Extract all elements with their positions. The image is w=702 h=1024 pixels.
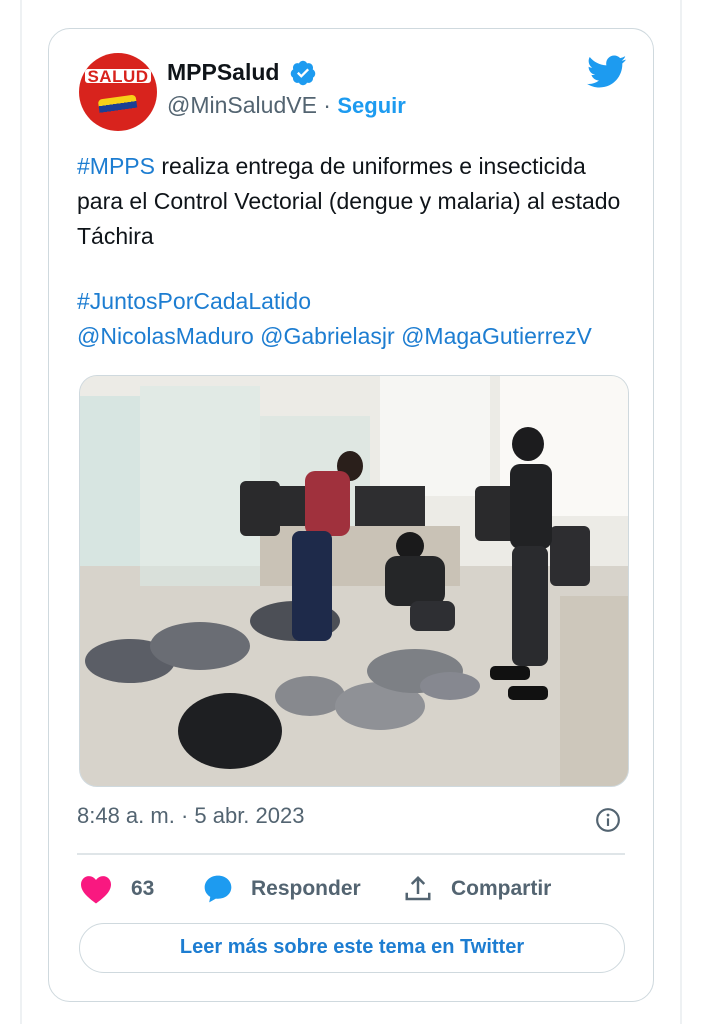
share-action[interactable]: Compartir [403, 871, 551, 907]
reply-action[interactable]: Responder [201, 871, 361, 907]
author-handle-line: @MinSaludVE · Seguir [167, 92, 406, 119]
twitter-bird-icon[interactable] [587, 55, 627, 89]
heart-icon [81, 876, 111, 904]
tweet-paragraph-3: @NicolasMaduro @Gabrielasjr @MagaGutierr… [77, 319, 637, 354]
follow-button[interactable]: Seguir [337, 93, 405, 118]
hashtag-link[interactable]: #MPPS [77, 153, 155, 179]
tweet-photo[interactable] [79, 375, 629, 787]
avatar[interactable]: SALUD [79, 53, 157, 131]
reply-label: Responder [251, 877, 361, 900]
share-icon [405, 875, 431, 901]
divider [77, 853, 625, 855]
hashtag-link-2[interactable]: #JuntosPorCadaLatido [77, 288, 311, 314]
like-action[interactable]: 63 [79, 871, 154, 907]
read-more-button[interactable]: Leer más sobre este tema en Twitter [79, 923, 625, 973]
mentions-links[interactable]: @NicolasMaduro @Gabrielasjr @MagaGutierr… [77, 323, 592, 349]
embedded-tweet-card[interactable]: SALUD MPPSalud @MinSaludVE · Seguir #MPP… [48, 28, 654, 1002]
page-edge-left [20, 0, 22, 1024]
handle-separator: · [316, 92, 338, 118]
verified-badge-icon [290, 60, 316, 86]
avatar-logo-text: SALUD [87, 67, 149, 86]
info-icon[interactable] [595, 807, 621, 833]
tweet-sentence: realiza entrega de uniformes e insectici… [77, 153, 621, 249]
share-label: Compartir [451, 877, 552, 900]
tweet-paragraph-2: #JuntosPorCadaLatido [77, 284, 637, 319]
tweet-paragraph-1: #MPPS realiza entrega de uniformes e ins… [77, 149, 637, 254]
tweet-text: #MPPS realiza entrega de uniformes e ins… [77, 149, 637, 354]
avatar-flag-graphic [97, 94, 139, 120]
page-edge-right [680, 0, 682, 1024]
author-display-name[interactable]: MPPSalud [167, 59, 279, 86]
like-count: 63 [131, 877, 155, 900]
tweet-timestamp[interactable]: 8:48 a. m. · 5 abr. 2023 [77, 803, 304, 829]
photo-illustration [80, 376, 628, 786]
author-handle[interactable]: @MinSaludVE [167, 92, 317, 118]
reply-bubble-icon [204, 875, 232, 903]
